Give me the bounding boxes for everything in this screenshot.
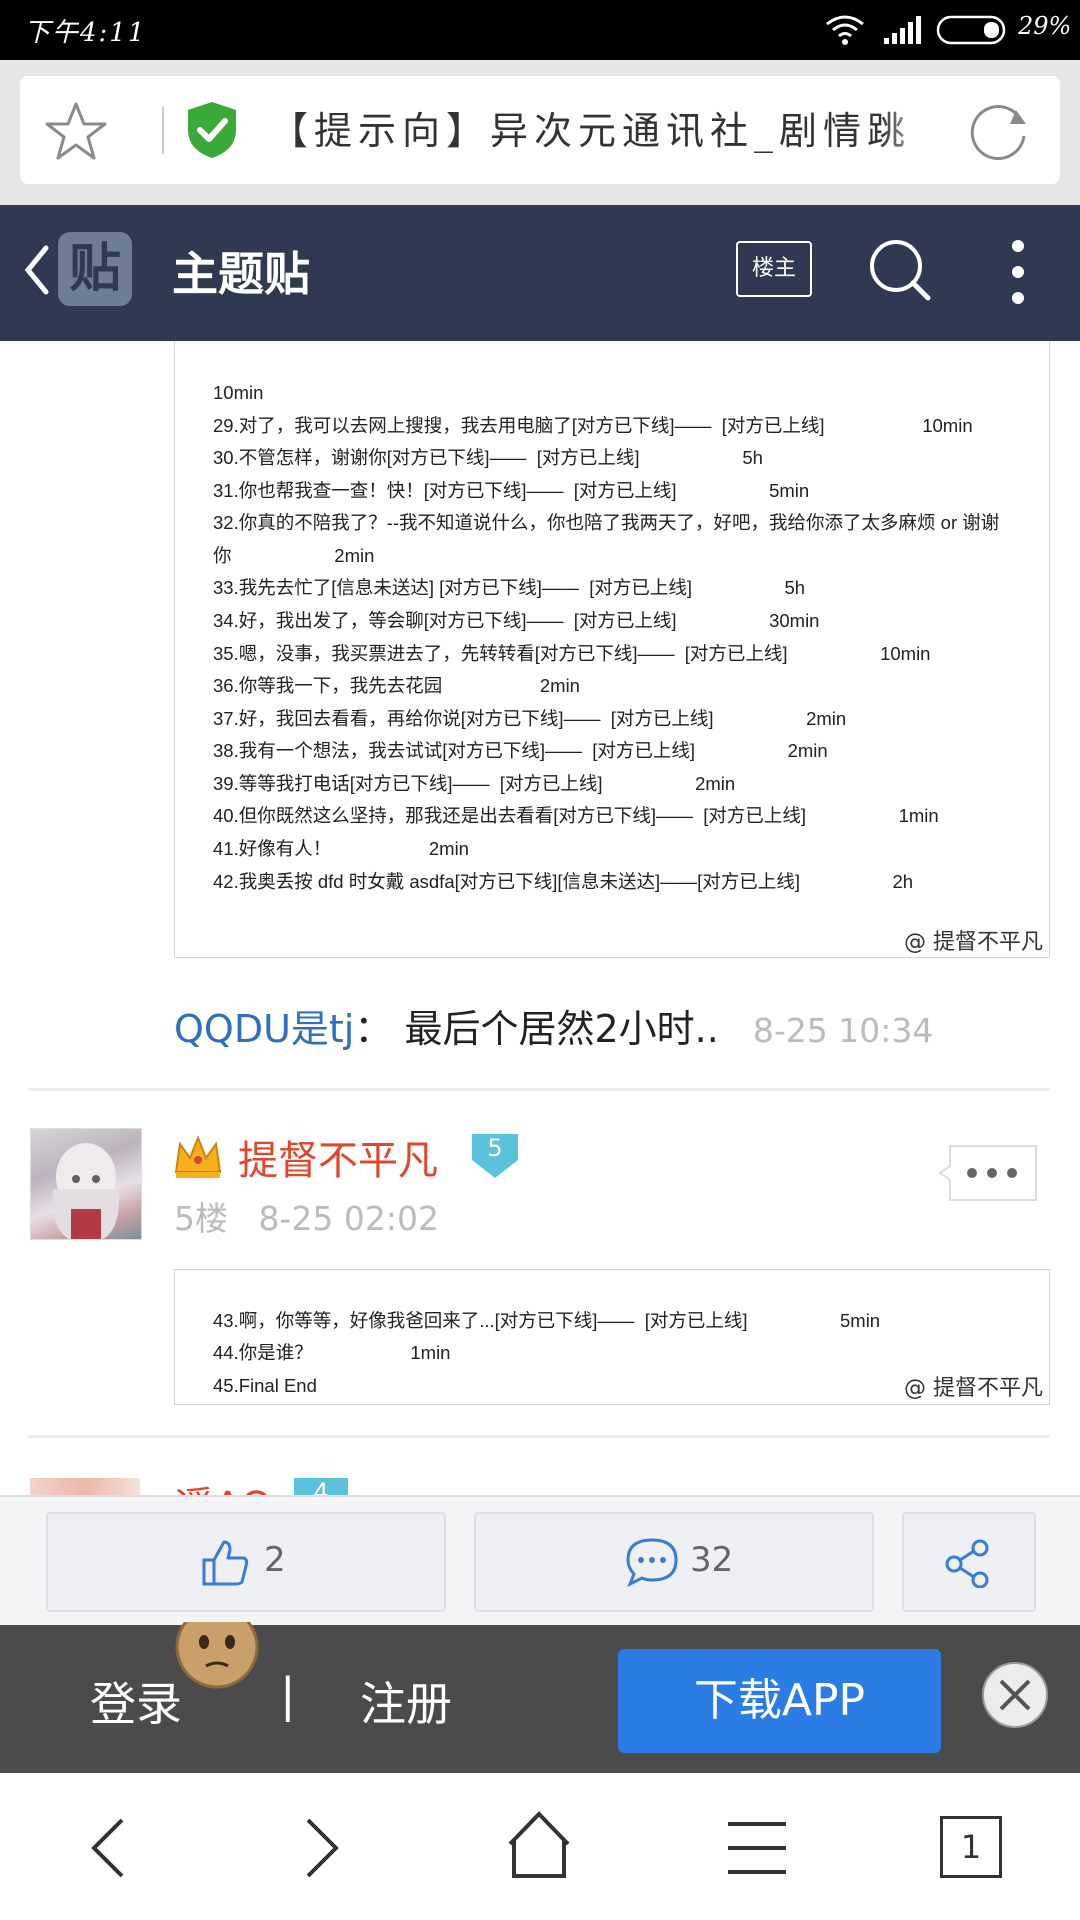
image-text-line: 你 2min [213, 545, 375, 566]
floor-number: 5楼 [174, 1199, 228, 1238]
image-text-line: 33.我先去忙了[信息未送达] [对方已下线]—— [对方已上线] 5h [213, 577, 806, 598]
post-author[interactable]: 提督不平凡 [238, 1128, 438, 1186]
image-watermark: @ 提督不平凡 [904, 930, 1043, 955]
thumbs-up-icon [202, 1540, 249, 1586]
battery-percent: 29% [1018, 12, 1072, 40]
toolbar-divider [162, 106, 164, 154]
image-text-line: 37.好，我回去看看，再给你说[对方已下线]—— [对方已上线] 2min [213, 708, 847, 729]
comment-button[interactable]: 32 [474, 1512, 874, 1612]
tabs-button[interactable]: 1 [940, 1816, 1002, 1878]
post-author[interactable]: 遥AQ [174, 1474, 272, 1495]
post-divider [28, 1088, 1050, 1091]
comment-colon: ： [354, 1007, 393, 1051]
image-text-line: 36.你等我一下，我先去花园 2min [213, 675, 580, 696]
back-icon[interactable] [88, 1816, 128, 1880]
avatar-figure [52, 1143, 120, 1239]
secure-shield-icon [188, 102, 236, 158]
image-text-line: 44.你是谁？ 1min [213, 1342, 451, 1363]
forward-icon[interactable] [302, 1816, 342, 1880]
level-number: 5 [487, 1134, 503, 1162]
image-text-line: 34.好，我出发了，等会聊[对方已下线]—— [对方已上线] 30min [213, 610, 820, 631]
image-watermark: @ 提督不平凡 [904, 1376, 1043, 1401]
level-badge: 5 [468, 1130, 522, 1180]
image-text-line: 10min [213, 382, 264, 403]
search-icon[interactable] [868, 238, 932, 302]
post-time: 8-25 02:02 [258, 1199, 440, 1238]
image-text-line: 45.Final End [213, 1375, 317, 1396]
comment-count: 32 [690, 1540, 734, 1580]
comment-row: QQDU是tj： 最后个居然2小时.. 8-25 10:34 [174, 998, 933, 1053]
image-text-line: 31.你也帮我查一查！快！[对方已下线]—— [对方已上线] 5min [213, 480, 810, 501]
page-title: 主题贴 [172, 247, 310, 301]
comment-time: 8-25 10:34 [752, 1011, 934, 1050]
post-image[interactable]: 43.啊，你等等，好像我爸回来了...[对方已下线]—— [对方已上线] 5mi… [174, 1269, 1050, 1405]
wifi-icon [826, 15, 864, 45]
more-menu-icon[interactable] [1006, 238, 1030, 308]
share-button[interactable] [902, 1512, 1036, 1612]
image-text-line: 29.对了，我可以去网上搜搜，我去用电脑了[对方已下线]—— [对方已上线] 1… [213, 415, 973, 436]
image-text-line: 30.不管怎样，谢谢你[对方已下线]—— [对方已上线] 5h [213, 447, 763, 468]
menu-icon[interactable] [724, 1818, 790, 1878]
image-text-line: 41.好像有人！ 2min [213, 838, 469, 859]
post-image[interactable]: 10min 29.对了，我可以去网上搜搜，我去用电脑了[对方已下线]—— [对方… [174, 341, 1050, 958]
image-text-line: 40.但你既然这么坚持，那我还是出去看看[对方已下线]—— [对方已上线] 1m… [213, 805, 939, 826]
image-text-line: 42.我奥丢按 dfd 时女戴 asdfa[对方已下线][信息未送达]——[对方… [213, 871, 914, 892]
home-icon[interactable] [506, 1810, 572, 1880]
close-icon[interactable] [980, 1660, 1050, 1730]
like-button[interactable]: 2 [46, 1512, 446, 1612]
image-text-line: 32.你真的不陪我了？--我不知道说什么，你也陪了我两天了，好吧，我给你添了太多… [213, 512, 1000, 533]
emoji-face-shape [175, 1622, 259, 1689]
login-divider: | [280, 1668, 296, 1722]
tieba-logo[interactable]: 贴 [58, 232, 132, 306]
register-link[interactable]: 注册 [360, 1668, 452, 1734]
share-icon [945, 1539, 989, 1588]
status-bar: 下午4:11 29% [0, 0, 1080, 60]
floor-owner-button[interactable]: 楼主 [736, 241, 812, 297]
image-text-line: 43.啊，你等等，好像我爸回来了...[对方已下线]—— [对方已上线] 5mi… [213, 1310, 881, 1331]
image-text-line: 35.嗯，没事，我买票进去了，先转转看[对方已下线]—— [对方已上线] 10m… [213, 643, 931, 664]
battery-icon [936, 15, 1006, 45]
post-more-button[interactable] [936, 1142, 1040, 1204]
post-meta: 5楼 8-25 02:02 [174, 1192, 439, 1240]
page-title-url[interactable]: 【提示向】异次元通讯社_剧情跳 [270, 100, 940, 160]
like-count: 2 [264, 1540, 286, 1580]
comment-text: 最后个居然2小时.. [404, 1007, 719, 1051]
image-text-line: 39.等等我打电话[对方已下线]—— [对方已上线] 2min [213, 773, 736, 794]
status-time: 下午4:11 [24, 18, 147, 48]
avatar[interactable] [30, 1128, 142, 1240]
emoji-face-icon [172, 1622, 262, 1692]
signal-icon [884, 16, 921, 44]
comment-bubble-icon [626, 1538, 678, 1588]
download-app-button[interactable]: 下载APP [618, 1649, 941, 1753]
next-post-header: 遥AQ 4 [174, 1472, 574, 1495]
post-divider [28, 1435, 1050, 1438]
login-link[interactable]: 登录 [90, 1668, 182, 1734]
crown-icon [174, 1135, 222, 1178]
back-arrow-icon[interactable] [22, 244, 52, 296]
image-text-line: 38.我有一个想法，我去试试[对方已下线]—— [对方已上线] 2min [213, 740, 828, 761]
bookmark-star-icon[interactable] [44, 100, 108, 162]
level-badge: 4 [294, 1478, 348, 1495]
comment-author[interactable]: QQDU是tj [174, 1007, 354, 1051]
reload-icon[interactable] [966, 100, 1030, 162]
